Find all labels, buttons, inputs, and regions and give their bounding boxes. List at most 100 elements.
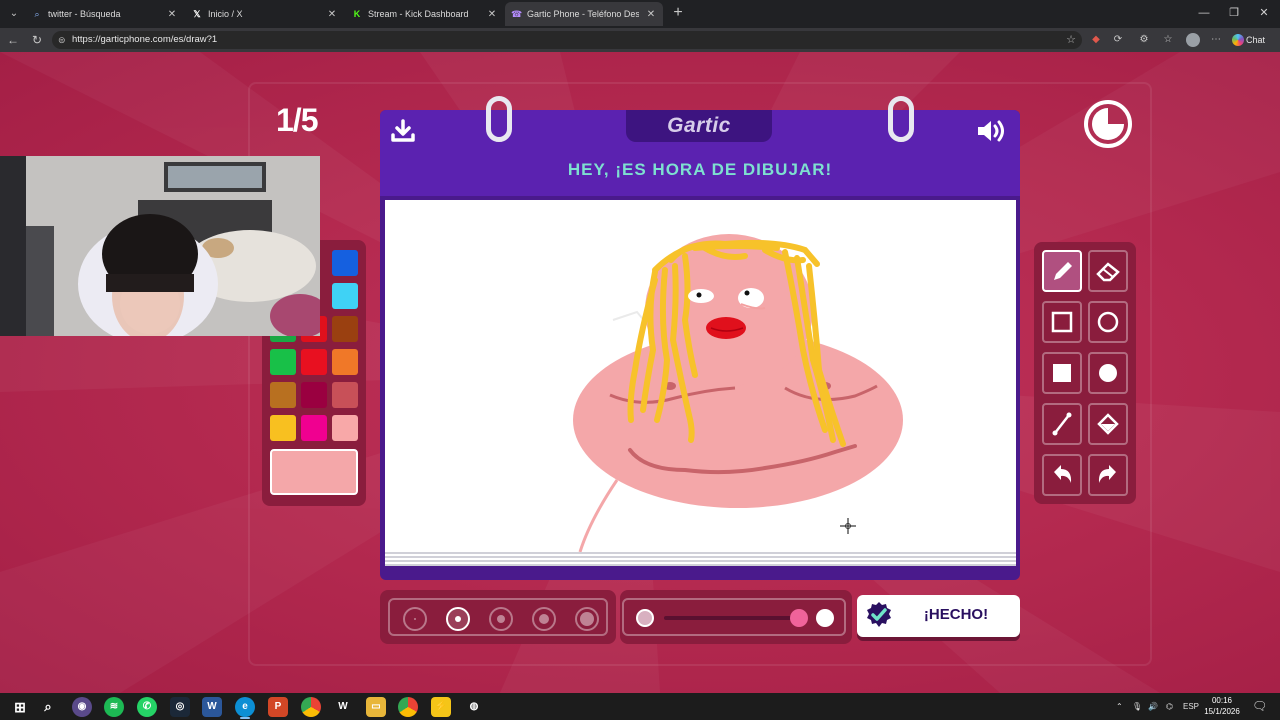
system-clock[interactable]: 00:16 15/1/2026 [1202,695,1242,717]
tab-title: Gartic Phone - Teléfono Descomp [527,9,639,19]
rectangle-filled-tool-button[interactable] [1042,352,1082,394]
tab-x-home[interactable]: 𝕏 Inicio / X ✕ [186,2,344,26]
app-bolt-icon[interactable]: ⚡ [431,697,451,717]
close-icon[interactable]: ✕ [326,9,338,20]
color-swatch[interactable] [301,382,327,408]
brush-size-5[interactable] [575,607,599,631]
done-button[interactable]: ¡HECHO! [857,595,1020,637]
undo-tool-button[interactable] [1042,454,1082,496]
close-icon[interactable]: ✕ [486,9,498,20]
tab-gartic-phone[interactable]: ☎ Gartic Phone - Teléfono Descomp ✕ [505,2,663,26]
steam-icon[interactable]: ◎ [170,697,190,717]
spotify-icon[interactable]: ≋ [104,697,124,717]
extensions-puzzle-icon[interactable]: ⟳ [1110,32,1126,48]
extension-icon[interactable]: ◆ [1088,32,1104,48]
back-button[interactable]: ← [4,31,22,49]
network-icon[interactable]: ⌬ [1166,693,1173,720]
color-swatch[interactable] [332,382,358,408]
opacity-slider-handle[interactable] [790,609,808,627]
done-label: ¡HECHO! [923,606,989,623]
pencil-tool-button[interactable] [1042,250,1082,292]
redo-tool-button[interactable] [1088,454,1128,496]
close-icon[interactable]: ✕ [645,9,657,20]
notifications-icon[interactable]: 🗨 [1252,693,1267,720]
copilot-icon [1232,34,1244,46]
color-swatch[interactable] [270,349,296,375]
rectangle-outline-tool-button[interactable] [1042,301,1082,343]
minimize-button[interactable]: — [1192,4,1216,22]
brush-size-1[interactable] [403,607,427,631]
microphone-icon[interactable]: 🎙 [1132,693,1142,720]
drawing-board: Gartic HEY, ¡ES HORA DE DIBUJAR! [380,96,1020,580]
split-screen-icon[interactable]: ⚙ [1136,32,1152,48]
favorites-icon[interactable]: ☆ [1160,32,1176,48]
fill-bucket-tool-button[interactable] [1088,403,1128,445]
more-menu-icon[interactable]: ⋯ [1208,32,1224,48]
volume-icon[interactable]: 🔊 [1148,693,1158,720]
color-swatch[interactable] [332,283,358,309]
language-indicator[interactable]: ESP [1183,693,1199,720]
brush-size-3[interactable] [489,607,513,631]
app-w-icon[interactable]: W [333,697,353,717]
profile-avatar[interactable] [1186,33,1200,47]
gartic-logo: Gartic [667,114,731,137]
obs-icon[interactable]: ◍ [464,697,484,717]
windows-taskbar: ⊞ ⌕ ◉ ≋ ✆ ◎ W e P W ▭ ⚡ ◍ ⌃ 🎙 🔊 ⌬ ESP 00… [0,693,1280,720]
circle-filled-tool-button[interactable] [1088,352,1128,394]
tab-title: twitter - Búsqueda [48,9,121,19]
eraser-icon [1096,262,1120,282]
tab-strip: ⌄ ⌕ twitter - Búsqueda ✕ 𝕏 Inicio / X ✕ … [0,0,1280,28]
redo-icon [1098,465,1116,483]
streamer-webcam-image [0,156,320,336]
tab-search-dropdown-icon[interactable]: ⌄ [6,6,22,22]
edge-icon[interactable]: e [235,697,255,717]
word-icon[interactable]: W [202,697,222,717]
color-swatch[interactable] [332,349,358,375]
current-color-preview [270,449,358,495]
tools-panel [1034,242,1136,504]
file-explorer-icon[interactable]: ▭ [366,697,386,717]
tray-chevron-icon[interactable]: ⌃ [1116,693,1123,720]
brush-size-4[interactable] [532,607,556,631]
eraser-tool-button[interactable] [1088,250,1128,292]
whatsapp-icon[interactable]: ✆ [137,697,157,717]
sound-icon[interactable] [976,118,1008,144]
drawing-canvas[interactable] [385,200,1016,553]
copilot-chat-button[interactable]: Chat [1232,32,1274,48]
opacity-slider-track[interactable] [664,616,798,620]
brush-size-group [388,598,608,636]
logo-plate: Gartic [626,110,772,142]
powerpoint-icon[interactable]: P [268,697,288,717]
brush-size-panel [380,590,616,644]
restore-button[interactable]: ❐ [1222,4,1246,22]
bookmark-star-icon[interactable]: ☆ [1066,31,1076,49]
url-text: https://garticphone.com/es/draw?1 [72,34,218,45]
app-icon[interactable]: ◉ [72,697,92,717]
color-swatch[interactable] [301,349,327,375]
tab-kick-dashboard[interactable]: K Stream - Kick Dashboard ✕ [346,2,504,26]
chrome-icon[interactable] [301,697,321,717]
circle-outline-tool-button[interactable] [1088,301,1128,343]
download-icon[interactable] [390,118,416,144]
reload-button[interactable]: ↻ [28,31,46,49]
tab-twitter-search[interactable]: ⌕ twitter - Búsqueda ✕ [26,2,184,26]
line-tool-button[interactable] [1042,403,1082,445]
color-swatch[interactable] [301,415,327,441]
new-tab-button[interactable]: + [670,4,686,22]
color-swatch[interactable] [270,415,296,441]
close-window-button[interactable]: ✕ [1252,4,1276,22]
color-swatch[interactable] [332,250,358,276]
color-swatch[interactable] [332,415,358,441]
close-icon[interactable]: ✕ [166,9,178,20]
clock-date: 15/1/2026 [1204,707,1240,716]
search-icon[interactable]: ⌕ [38,697,58,717]
color-swatch[interactable] [270,382,296,408]
address-bar[interactable]: ⊜ https://garticphone.com/es/draw?1 ☆ [52,31,1082,49]
brush-size-2[interactable] [446,607,470,631]
windows-start-icon[interactable]: ⊞ [10,697,30,717]
color-swatch[interactable] [332,316,358,342]
chrome-profile-icon[interactable] [398,697,418,717]
webcam-overlay [0,156,320,336]
site-info-icon[interactable]: ⊜ [58,31,66,49]
circle-outline-icon [1097,311,1119,333]
